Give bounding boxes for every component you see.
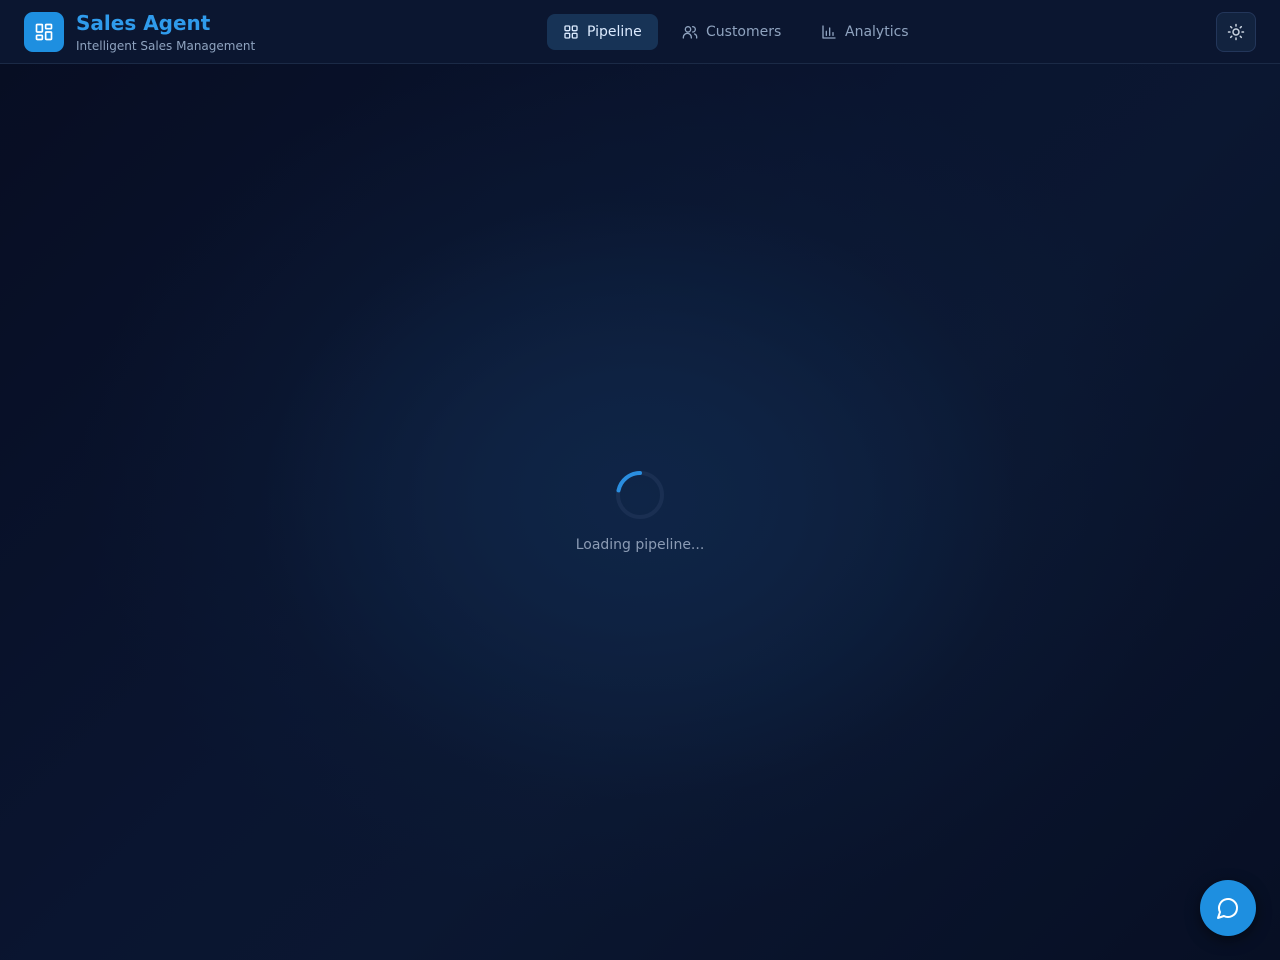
app-logo[interactable] xyxy=(24,12,64,52)
top-navigation-bar: Sales Agent Intelligent Sales Management… xyxy=(0,0,1280,64)
pipeline-grid-icon xyxy=(563,24,579,40)
nav-tab-label: Customers xyxy=(706,24,782,40)
dashboard-grid-icon xyxy=(35,23,53,41)
loading-spinner-icon xyxy=(616,471,664,519)
nav-tab-pipeline[interactable]: Pipeline xyxy=(547,14,658,50)
nav-tab-label: Pipeline xyxy=(587,24,642,40)
bar-chart-icon xyxy=(821,24,837,40)
nav-tab-customers[interactable]: Customers xyxy=(666,14,796,50)
sun-icon xyxy=(1227,23,1245,41)
nav-tab-label: Analytics xyxy=(845,24,909,40)
app-subtitle: Intelligent Sales Management xyxy=(76,39,256,53)
app-title: Sales Agent xyxy=(76,11,211,35)
users-icon xyxy=(682,24,698,40)
chat-bubble-icon xyxy=(1217,898,1238,919)
theme-toggle-button[interactable] xyxy=(1216,12,1256,52)
chat-button[interactable] xyxy=(1200,880,1256,936)
nav-tab-analytics[interactable]: Analytics xyxy=(805,14,925,50)
loading-message: Loading pipeline... xyxy=(575,537,705,553)
